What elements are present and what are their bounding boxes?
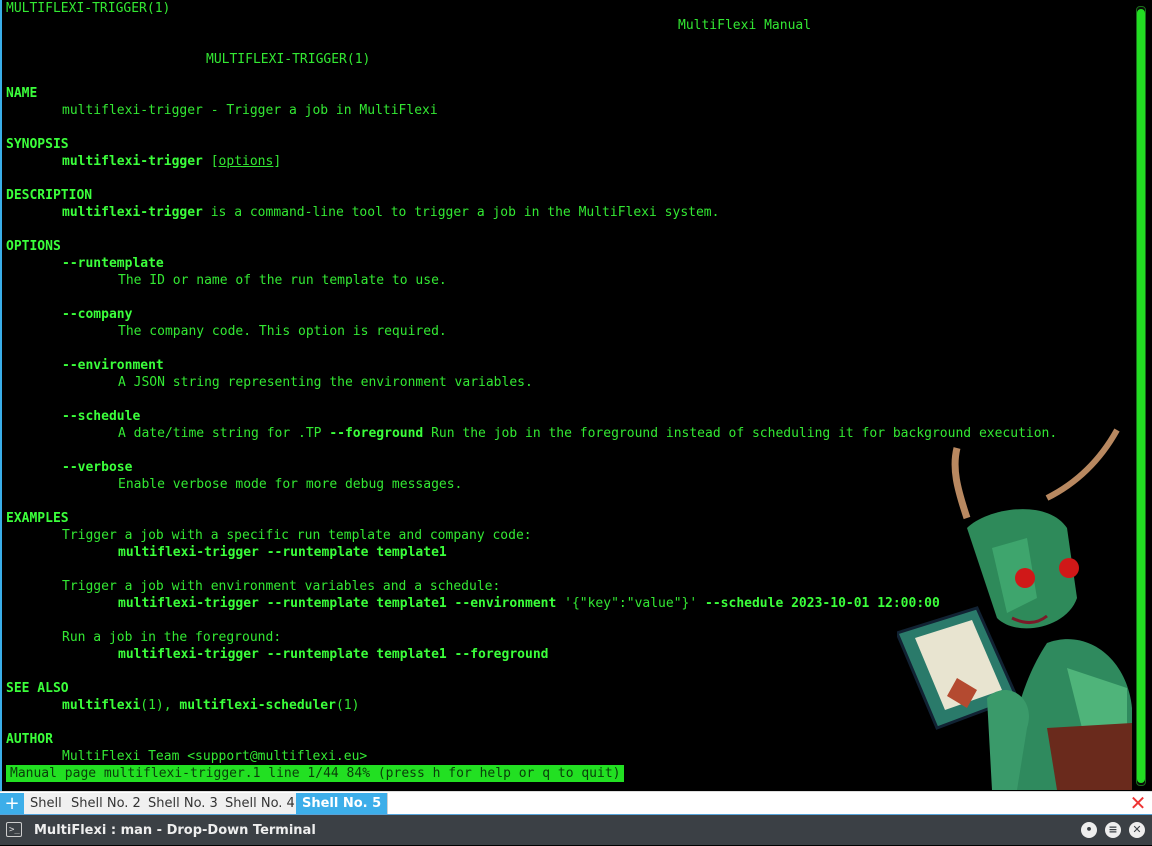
tab-shell-5[interactable]: Shell No. 5 [296,793,389,814]
man-header: MULTIFLEXI-TRIGGER(1) [6,0,1126,17]
minimize-icon[interactable]: • [1081,822,1097,838]
section-synopsis: SYNOPSIS [6,137,69,152]
scrollbar-thumb[interactable] [1137,9,1145,783]
plus-icon[interactable]: + [0,793,24,814]
description-line: multiflexi-trigger is a command-line too… [62,205,720,220]
menu-icon[interactable]: ≡ [1105,822,1121,838]
header-right: MultiFlexi Manual [678,18,812,33]
section-name: NAME [6,86,38,101]
tab-shell-3[interactable]: Shell No. 3 [142,793,225,814]
option-runtemplate-desc: The ID or name of the run template to us… [118,273,447,288]
synopsis-line: multiflexi-trigger [options] [62,154,282,169]
section-description: DESCRIPTION [6,188,93,203]
tab-shell-4[interactable]: Shell No. 4 [219,793,302,814]
window-title: MultiFlexi : man - Drop-Down Terminal [34,823,316,838]
section-options: OPTIONS [6,239,61,254]
option-company-desc: The company code. This option is require… [118,324,447,339]
character-wallpaper-image [897,428,1132,790]
terminal-scrollbar[interactable] [1136,6,1146,786]
pager-status-line: Manual page multiflexi-trigger.1 line 1/… [6,765,625,782]
center-title: MULTIFLEXI-TRIGGER(1) [206,52,371,67]
terminal-view[interactable]: MULTIFLEXI-TRIGGER(1) MultiFlexi Manual … [0,0,1152,791]
tab-shell[interactable]: Shell [24,793,69,814]
option-company: --company [62,307,133,322]
terminal-icon: >_ [6,822,22,837]
close-x-icon[interactable]: ✕ [1128,793,1148,814]
option-schedule: --schedule [62,409,141,424]
name-text: multiflexi-trigger - Trigger a job in Mu… [62,103,438,118]
option-runtemplate: --runtemplate [62,256,164,271]
tab-bar: + Shell Shell No. 2 Shell No. 3 Shell No… [0,791,1152,814]
close-icon[interactable]: ✕ [1129,822,1145,838]
tab-shell-2[interactable]: Shell No. 2 [65,793,148,814]
option-environment-desc: A JSON string representing the environme… [118,375,533,390]
window-titlebar: >_ MultiFlexi : man - Drop-Down Terminal… [0,814,1152,845]
header-left: MULTIFLEXI-TRIGGER(1) [6,1,171,16]
option-environment: --environment [62,358,164,373]
